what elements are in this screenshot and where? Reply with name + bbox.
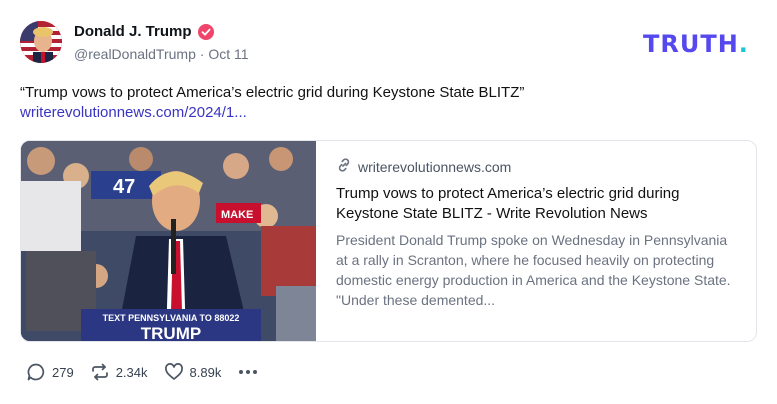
reply-count: 279 [52,364,74,380]
post-date[interactable]: Oct 11 [208,46,248,62]
truth-post: Donald J. Trump @realDonaldTrump · Oct 1… [0,0,777,404]
card-description: President Donald Trump spoke on Wednesda… [336,232,731,308]
card-domain: writerevolutionnews.com [358,158,512,175]
logo-text: TRUTH [643,30,739,58]
card-image[interactable]: 47 MAKE TEXT PENNSYLVANIA TO 88022 TRUMP [21,141,316,341]
author-name[interactable]: Donald J. Trump [74,23,192,40]
link-icon [336,157,352,176]
reply-button[interactable]: 279 [26,362,74,382]
author-handle[interactable]: @realDonaldTrump [74,46,196,62]
repost-button[interactable]: 2.34k [90,362,148,382]
crowd-sign-number: 47 [113,176,135,198]
verified-badge-icon [197,23,214,40]
crowd-sign-make: MAKE [221,209,253,221]
card-title[interactable]: Trump vows to protect America’s electric… [336,184,741,224]
repost-icon [90,362,110,382]
sign-top-text: TEXT PENNSYLVANIA TO 88022 [103,313,240,323]
more-dot [239,370,244,374]
more-dot [253,370,258,374]
reply-icon [26,362,46,382]
logo-dot: . [738,30,749,58]
card-domain-row: writerevolutionnews.com [336,157,741,176]
truth-logo[interactable]: TRUTH. [643,30,749,58]
like-button[interactable]: 8.89k [164,362,222,382]
meta-separator: · [199,46,205,62]
post-actions: 279 2.34k 8.89k [26,362,258,382]
heart-icon [164,362,184,382]
author-meta: @realDonaldTrump · Oct 11 [74,46,249,62]
card-body: writerevolutionnews.com Trump vows to pr… [336,157,741,310]
avatar[interactable] [20,21,62,63]
sign-bottom-text: TRUMP [141,324,201,341]
post-link[interactable]: writerevolutionnews.com/2024/1... [20,104,247,121]
repost-count: 2.34k [115,364,148,380]
post-text: “Trump vows to protect America’s electri… [20,84,525,101]
link-preview-card[interactable]: 47 MAKE TEXT PENNSYLVANIA TO 88022 TRUMP [20,140,757,342]
more-options-icon[interactable] [239,370,258,374]
more-dot [246,370,251,374]
like-count: 8.89k [189,364,222,380]
author-name-row: Donald J. Trump [74,23,214,40]
